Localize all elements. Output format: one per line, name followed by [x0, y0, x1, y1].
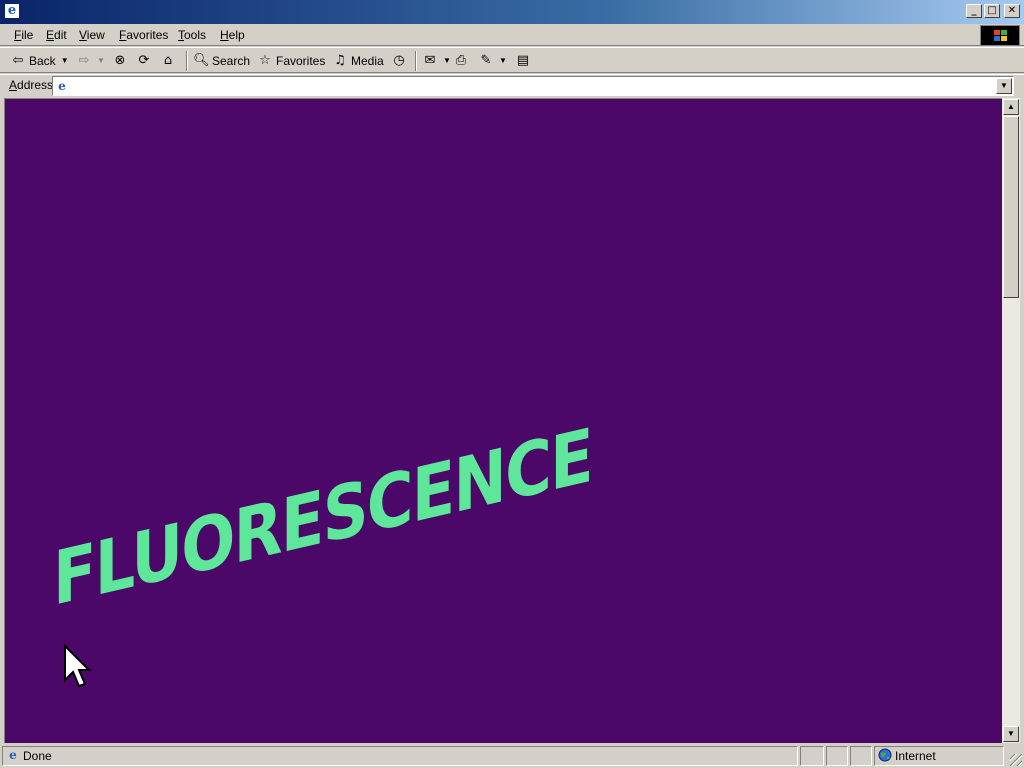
refresh-icon: ⟳	[138, 53, 150, 68]
stop-button[interactable]: ⊗	[112, 51, 128, 71]
address-dropdown-button[interactable]: ▼	[996, 78, 1012, 94]
search-label: Search	[212, 54, 251, 68]
zone-text: Internet	[895, 749, 936, 763]
page-done-icon: e	[9, 748, 17, 762]
stop-icon: ⊗	[114, 53, 126, 68]
favorites-button[interactable]: ☆ Favorites	[257, 51, 325, 71]
history-button[interactable]: ◷	[391, 51, 407, 71]
standard-toolbar: ⇦ Back ▼ ⇨ ▼ ⊗ ⟳ ⌂ 🔍︎ Search ☆ Favorites…	[0, 47, 1024, 73]
edit-dropdown-icon[interactable]: ▼	[499, 51, 507, 71]
vertical-scrollbar[interactable]: ▲ ▼	[1002, 98, 1020, 743]
refresh-button[interactable]: ⟳	[136, 51, 152, 71]
favorites-label: Favorites	[276, 54, 326, 68]
menu-help[interactable]: Help	[214, 27, 251, 43]
back-button[interactable]: ⇦ Back ▼	[10, 51, 69, 71]
status-panel-extra	[850, 746, 872, 766]
address-input[interactable]: e ▼	[52, 76, 1014, 96]
title-bar[interactable]: e _ □ ✕	[0, 0, 1024, 24]
printer-icon: ⎙	[455, 53, 467, 68]
page-icon: e	[58, 79, 66, 93]
ie-app-icon[interactable]: e	[4, 3, 20, 19]
menu-file[interactable]: File	[8, 27, 39, 43]
home-icon: ⌂	[163, 53, 173, 68]
status-text: Done	[23, 749, 52, 763]
favorites-star-icon: ☆	[259, 53, 271, 68]
address-bar: Address e ▼	[0, 74, 1024, 96]
edit-button[interactable]: ✎ ▼	[478, 51, 507, 71]
minimize-button[interactable]: _	[966, 4, 982, 18]
resize-grip[interactable]	[1010, 754, 1022, 766]
zone-panel[interactable]: Internet	[874, 746, 1004, 766]
back-label: Back	[29, 54, 56, 68]
menu-view[interactable]: View	[73, 27, 111, 43]
media-button[interactable]: ♫ Media	[332, 51, 384, 71]
window-controls: _ □ ✕	[964, 4, 1020, 18]
media-icon: ♫	[334, 53, 346, 68]
toolbar-separator	[186, 51, 188, 71]
toolbar-separator	[415, 51, 417, 71]
status-panel-lock	[826, 746, 848, 766]
status-bar: e Done Internet	[0, 744, 1024, 768]
back-dropdown-icon[interactable]: ▼	[61, 51, 69, 71]
address-label: Address	[9, 78, 54, 92]
windows-flag-icon	[994, 30, 1007, 42]
menu-edit[interactable]: Edit	[40, 27, 73, 43]
scroll-up-button[interactable]: ▲	[1003, 99, 1019, 115]
windows-logo-throbber	[980, 25, 1020, 46]
forward-button[interactable]: ⇨ ▼	[76, 51, 105, 71]
scroll-thumb[interactable]	[1003, 116, 1019, 298]
page-content[interactable]: FLUORESCENCE	[4, 98, 1002, 743]
mail-icon: ✉	[424, 53, 436, 68]
menu-bar: File Edit View Favorites Tools Help	[0, 24, 1024, 46]
mouse-pointer-icon	[64, 644, 92, 688]
search-icon: 🔍︎	[193, 53, 210, 68]
scroll-down-button[interactable]: ▼	[1003, 726, 1019, 742]
close-button[interactable]: ✕	[1004, 4, 1020, 18]
forward-dropdown-icon[interactable]: ▼	[97, 51, 105, 71]
mail-button[interactable]: ✉ ▼	[422, 51, 451, 71]
globe-icon	[878, 748, 892, 762]
home-button[interactable]: ⌂	[160, 51, 176, 71]
history-icon: ◷	[393, 53, 405, 68]
headline-fluorescence: FLUORESCENCE	[53, 412, 592, 623]
back-arrow-icon: ⇦	[12, 53, 24, 68]
edit-icon: ✎	[480, 53, 492, 68]
media-label: Media	[351, 54, 384, 68]
status-panel-progress	[800, 746, 824, 766]
mail-dropdown-icon[interactable]: ▼	[443, 51, 451, 71]
discuss-button[interactable]: ▤	[515, 51, 531, 71]
maximize-button[interactable]: □	[984, 4, 1000, 18]
print-button[interactable]: ⎙	[453, 51, 469, 71]
search-button[interactable]: 🔍︎ Search	[193, 51, 250, 71]
forward-arrow-icon: ⇨	[78, 53, 90, 68]
menu-tools[interactable]: Tools	[172, 27, 212, 43]
status-panel: e Done	[2, 746, 798, 766]
menu-favorites[interactable]: Favorites	[113, 27, 174, 43]
discuss-icon: ▤	[516, 53, 530, 68]
